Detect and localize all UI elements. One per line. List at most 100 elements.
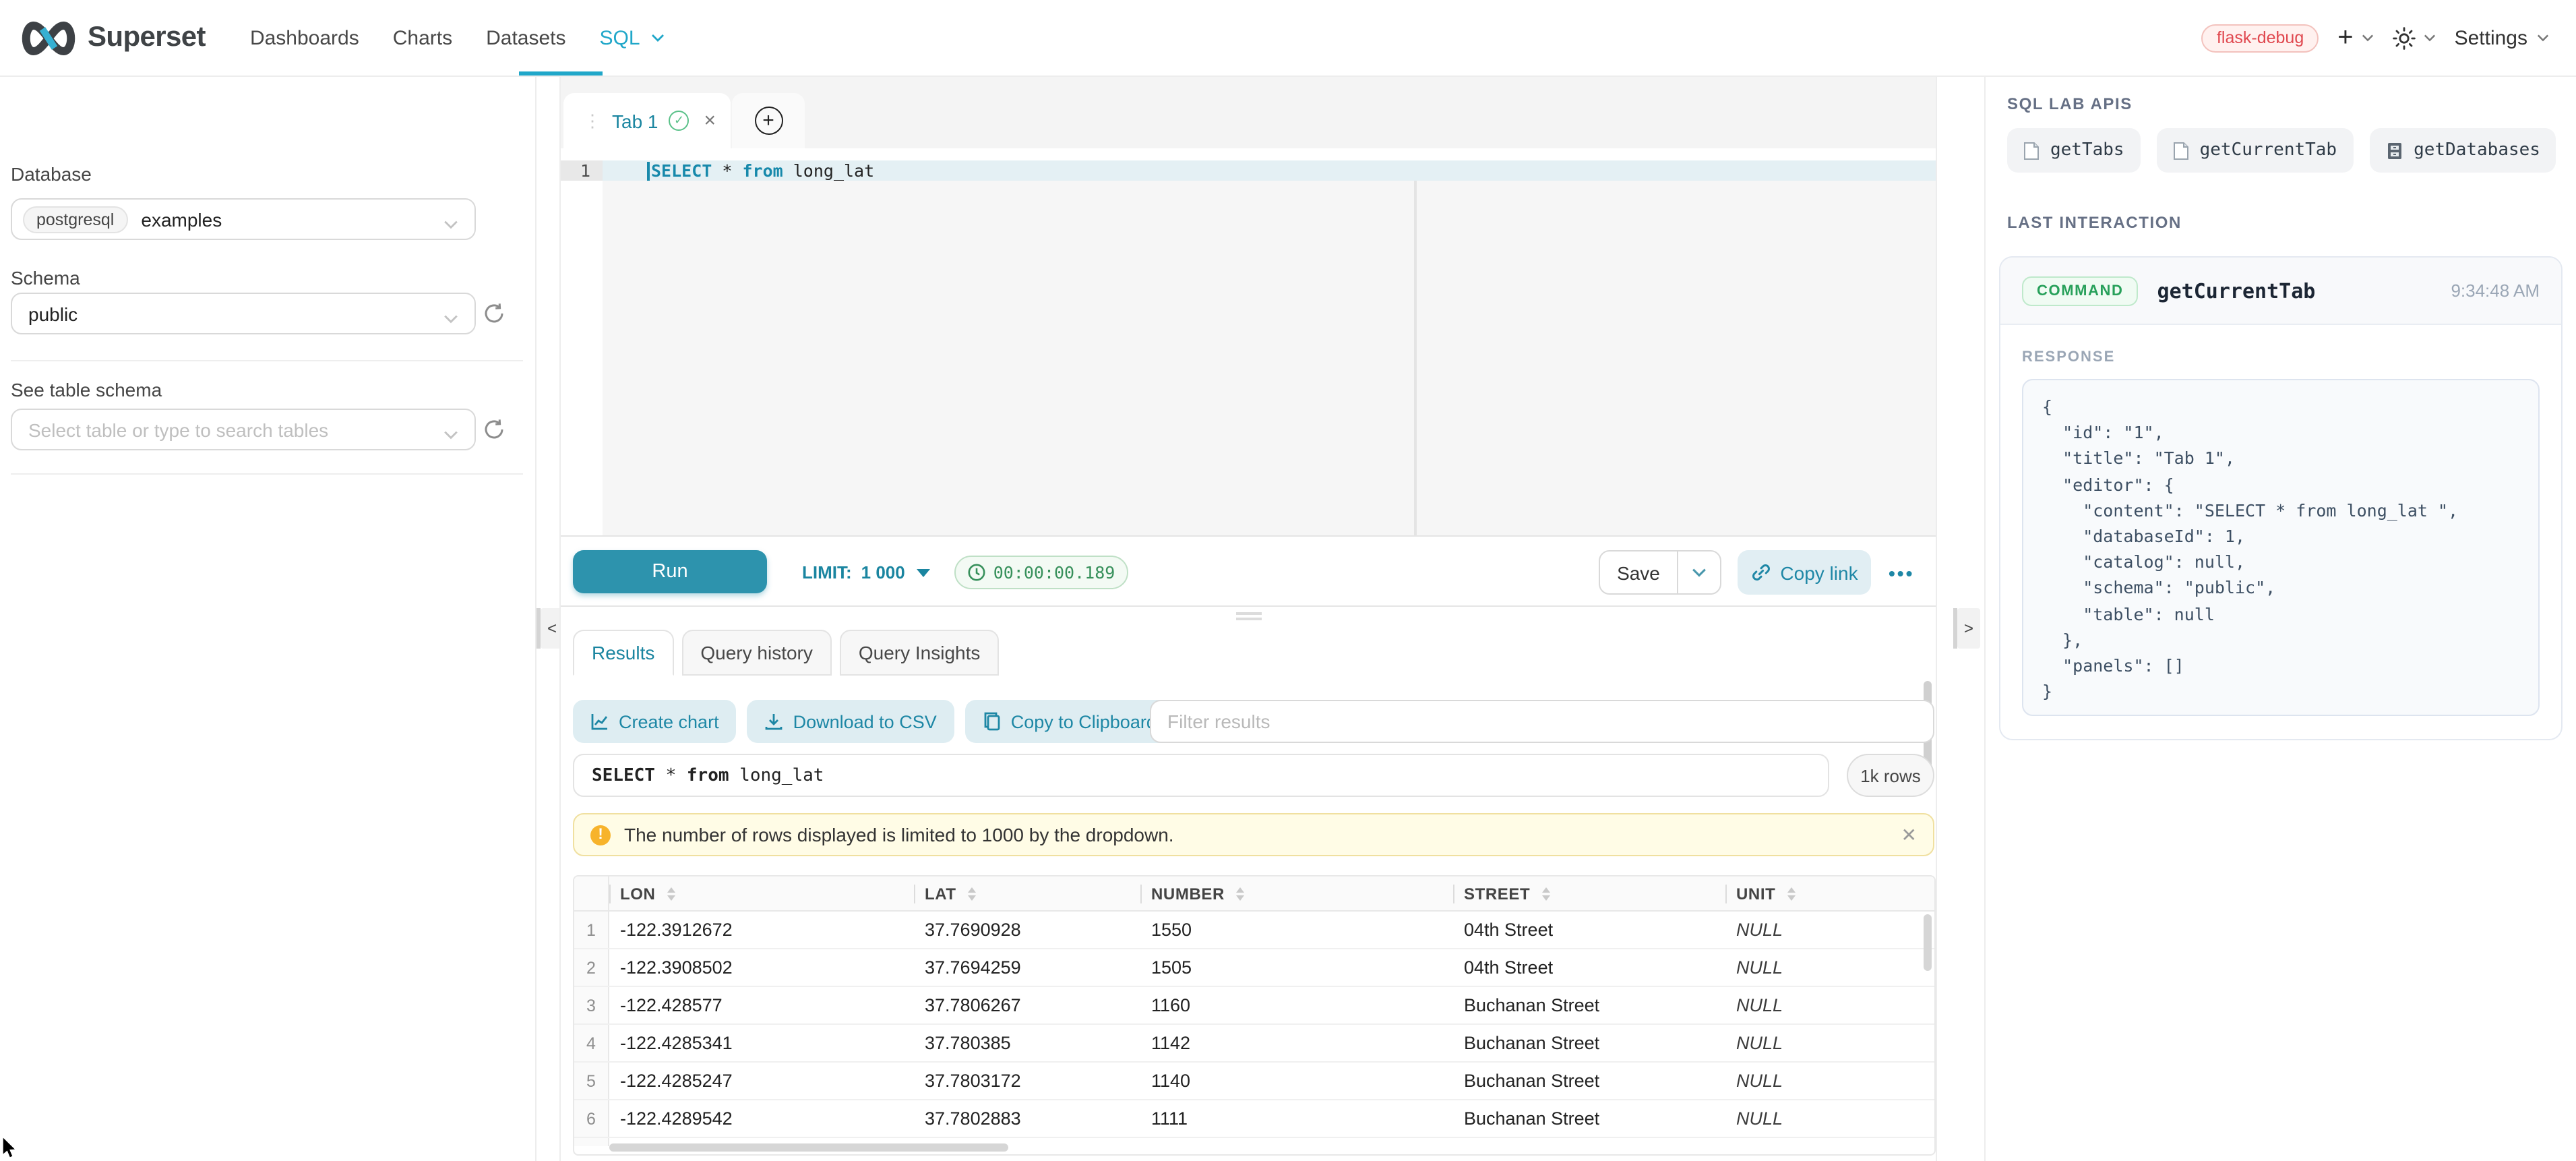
timer-value: 00:00:00.189 xyxy=(993,562,1115,583)
create-chart-label: Create chart xyxy=(619,711,719,732)
horizontal-scrollbar-thumb[interactable] xyxy=(609,1143,1008,1152)
nav-datasets[interactable]: Datasets xyxy=(486,26,565,49)
get-databases-button[interactable]: getDatabases xyxy=(2369,128,2556,173)
navbar-right: flask-debug + Settings xyxy=(2202,24,2549,52)
refresh-schema-button[interactable] xyxy=(483,302,507,326)
active-nav-underline xyxy=(519,71,603,76)
plus-circle-icon: + xyxy=(754,107,783,135)
get-tabs-button[interactable]: getTabs xyxy=(2007,128,2141,173)
check-circle-icon: ✓ xyxy=(669,111,689,131)
text-cursor xyxy=(647,161,650,180)
sql-star: * xyxy=(655,765,687,785)
schema-select[interactable]: public xyxy=(11,293,476,334)
editor-tab[interactable]: ⋮ Tab 1 ✓ × xyxy=(563,93,731,148)
sort-icon[interactable] xyxy=(1787,887,1796,900)
file-icon xyxy=(2023,141,2040,160)
column-header-unit[interactable]: UNIT xyxy=(1725,876,1934,910)
sql-line: SELECT * from long_lat xyxy=(603,160,1936,181)
get-current-tab-button[interactable]: getCurrentTab xyxy=(2157,128,2354,173)
get-databases-label: getDatabases xyxy=(2414,140,2540,160)
vertical-scrollbar-thumb[interactable] xyxy=(1924,914,1932,971)
add-tab-button[interactable]: + xyxy=(732,93,805,148)
tab-results[interactable]: Results xyxy=(573,630,673,676)
column-header-lat[interactable]: LAT xyxy=(914,876,1140,910)
download-csv-label: Download to CSV xyxy=(793,711,937,732)
column-header-street[interactable]: STREET xyxy=(1453,876,1725,910)
sort-icon[interactable] xyxy=(1542,887,1550,900)
environment-badge: flask-debug xyxy=(2202,24,2319,52)
settings-menu[interactable]: Settings xyxy=(2455,26,2549,49)
column-header-number[interactable]: NUMBER xyxy=(1140,876,1453,910)
plus-icon: + xyxy=(2337,24,2353,51)
save-dropdown-button[interactable] xyxy=(1678,552,1720,593)
database-select[interactable]: postgresql examples xyxy=(11,198,476,240)
copy-clipboard-button[interactable]: Copy to Clipboard xyxy=(965,700,1174,743)
database-value: examples xyxy=(141,208,222,230)
sort-icon[interactable] xyxy=(1237,887,1245,900)
sql-code-editor[interactable]: 1 SELECT * from long_lat xyxy=(561,160,1936,535)
copy-link-label: Copy link xyxy=(1780,562,1858,583)
last-interaction-card: COMMAND getCurrentTab 9:34:48 AM RESPONS… xyxy=(1999,256,2563,740)
collapse-right-panel[interactable]: > xyxy=(1953,608,1980,649)
tab-query-history[interactable]: Query history xyxy=(681,630,832,676)
superset-logo-icon xyxy=(19,20,78,56)
chevron-down-icon xyxy=(2537,34,2549,42)
download-icon xyxy=(765,712,784,731)
limit-label: LIMIT: xyxy=(802,562,852,583)
print-margin-line xyxy=(1414,160,1417,535)
command-badge: COMMAND xyxy=(2022,276,2139,305)
nav-sql-label: SQL xyxy=(600,26,640,49)
response-label: RESPONSE xyxy=(2022,349,2540,365)
nav-charts[interactable]: Charts xyxy=(393,26,452,49)
results-tabs: Results Query history Query Insights xyxy=(561,630,1936,676)
resize-drag-handle[interactable] xyxy=(561,608,1936,624)
mouse-cursor xyxy=(1,1137,18,1160)
copy-link-button[interactable]: Copy link xyxy=(1738,550,1871,595)
clock-icon xyxy=(968,564,985,581)
superset-logo[interactable]: Superset xyxy=(19,20,206,56)
close-warning-icon[interactable]: ✕ xyxy=(1901,823,1917,846)
interaction-card-header: COMMAND getCurrentTab 9:34:48 AM xyxy=(2000,258,2561,325)
save-button[interactable]: Save xyxy=(1600,552,1678,593)
warning-text: The number of rows displayed is limited … xyxy=(624,824,1174,845)
more-options-button[interactable]: ••• xyxy=(1889,537,1914,608)
executed-query-box: SELECT * from long_lat xyxy=(573,754,1829,797)
column-header-lon[interactable]: LON xyxy=(609,876,914,910)
chevron-down-icon xyxy=(651,34,665,42)
sun-icon xyxy=(2393,26,2416,49)
sql-text: SELECT * from long_lat xyxy=(651,160,874,181)
chart-icon xyxy=(590,712,609,731)
tab-query-insights[interactable]: Query Insights xyxy=(840,630,1000,676)
chevron-down-icon xyxy=(2424,34,2436,42)
theme-menu[interactable] xyxy=(2393,26,2436,49)
table-row[interactable]: 1-122.391267237.7690928155004th StreetNU… xyxy=(574,912,1934,949)
sql-lab-apis-panel: SQL LAB APIS getTabs getCurrentTab getDa… xyxy=(1984,77,2576,1161)
interaction-timestamp: 9:34:48 AM xyxy=(2451,280,2540,301)
schema-label: Schema xyxy=(11,267,80,289)
row-limit-warning: ! The number of rows displayed is limite… xyxy=(573,813,1934,856)
filter-results-input[interactable]: Filter results xyxy=(1150,700,1934,743)
download-csv-button[interactable]: Download to CSV xyxy=(747,700,954,743)
table-row[interactable]: 5-122.428524737.78031721140Buchanan Stre… xyxy=(574,1063,1934,1100)
caret-down-icon xyxy=(917,568,931,576)
limit-dropdown[interactable]: LIMIT: 1 000 xyxy=(802,537,931,608)
refresh-tables-button[interactable] xyxy=(483,418,507,442)
table-row[interactable]: 3-122.42857737.78062671160Buchanan Stree… xyxy=(574,987,1934,1025)
run-button[interactable]: Run xyxy=(573,550,767,593)
clipboard-icon xyxy=(983,712,1002,731)
table-row[interactable]: 6-122.428954237.78028831111Buchanan Stre… xyxy=(574,1100,1934,1138)
create-chart-button[interactable]: Create chart xyxy=(573,700,737,743)
nav-dashboards[interactable]: Dashboards xyxy=(250,26,359,49)
sort-icon[interactable] xyxy=(667,887,675,900)
table-row[interactable]: 2-122.390850237.7694259150504th StreetNU… xyxy=(574,949,1934,987)
close-tab-icon[interactable]: × xyxy=(704,111,716,131)
api-buttons: getTabs getCurrentTab getDatabases xyxy=(2007,128,2556,173)
sort-icon[interactable] xyxy=(969,887,977,900)
drag-handle-icon[interactable]: ⋮ xyxy=(584,110,601,131)
table-row[interactable]: 4-122.428534137.7803851142Buchanan Stree… xyxy=(574,1025,1934,1063)
new-menu[interactable]: + xyxy=(2337,24,2373,51)
sql-keyword: SELECT xyxy=(651,160,712,181)
table-select[interactable]: Select table or type to search tables xyxy=(11,409,476,450)
schema-value: public xyxy=(28,303,78,324)
nav-sql[interactable]: SQL xyxy=(600,26,665,49)
